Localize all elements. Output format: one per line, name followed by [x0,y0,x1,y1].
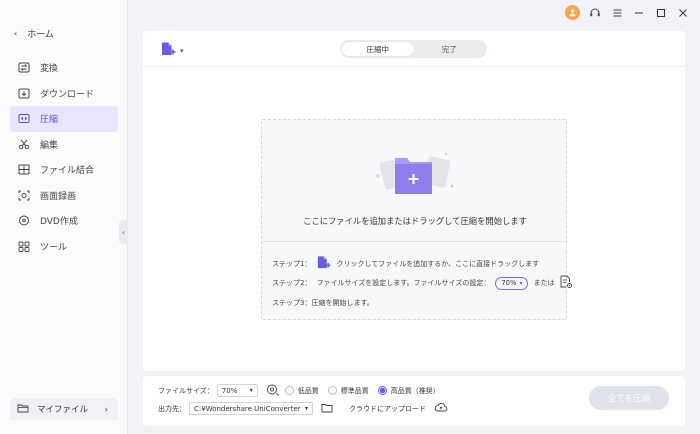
add-file-button[interactable]: ▾ [160,41,184,61]
step-2-text: ファイルサイズを設定します。ファイルサイズの設定： [316,279,491,287]
divider [262,241,568,242]
toolbox-icon [18,240,30,252]
step-3-label: ステップ3： [272,299,312,307]
menu-icon[interactable] [610,6,624,20]
divider [143,66,685,67]
minimize-icon[interactable] [632,6,646,20]
add-file-icon[interactable] [316,255,331,272]
avatar[interactable] [565,5,580,20]
sidebar-item-label: 編集 [40,140,59,151]
open-folder-icon[interactable] [321,403,333,415]
drop-zone[interactable]: ここにファイルを追加またはドラッグして圧縮を開始します ステップ1： クリックし… [261,119,573,320]
folder-icon [17,403,29,416]
radio-button-selected[interactable] [377,386,387,395]
step-2-label: ステップ2： [272,279,312,287]
dvd-icon [18,215,30,227]
output-row: 出力先： C:¥Wondershare UniConverter 1 ▾ クラウ… [158,402,448,415]
sidebar-item-label: DVD作成 [40,217,78,228]
compress-all-button[interactable]: 全てを圧縮 [589,386,669,410]
sidebar-collapse-button[interactable]: ‹ [119,220,128,244]
sidebar-item-convert[interactable]: 変換 [10,55,118,81]
close-icon[interactable] [676,6,690,20]
sidebar-item-merge[interactable]: ファイル結合 [10,157,118,183]
sidebar-item-label: ファイル結合 [40,166,95,177]
file-size-row: ファイルサイズ： 70% ▾ 低品質 標準品質 高品質（推奨） [158,383,440,398]
chevron-right-icon: › [104,404,108,414]
drop-hint-text: ここにファイルを追加またはドラッグして圧縮を開始します [303,216,527,226]
sidebar-item-label: 圧縮 [40,115,59,126]
sidebar-item-compress[interactable]: 圧縮 [10,106,118,132]
sidebar-item-tools[interactable]: ツール [10,234,118,260]
screen-record-icon [18,189,30,201]
sidebar-nav: 変換 ダウンロード 圧縮 編集 ファイル結合 画面録画 DVD作成 ツール [10,55,118,259]
cloud-upload-label: クラウドにアップロード [349,404,426,413]
status-tabs: 圧縮中 完了 [340,40,487,58]
quality-low-radio[interactable]: 低品質 [284,386,319,396]
my-file-label: マイファイル [37,405,89,415]
quality-low-label: 低品質 [297,386,319,395]
step-1: ステップ1： クリックしてファイルを追加するか、ここに直接ドラッグします [272,255,539,272]
title-bar [0,0,700,30]
radio-button[interactable] [327,386,337,395]
quality-high-label: 高品質（推奨） [390,386,440,395]
add-file-icon [160,41,176,61]
sidebar-item-download[interactable]: ダウンロード [10,81,118,107]
compress-settings-icon[interactable] [266,383,279,398]
window-controls [565,5,690,20]
chevron-down-icon: ▾ [304,405,308,412]
sidebar-item-screen-record[interactable]: 画面録画 [10,183,118,209]
file-size-percent-value: 70% [501,279,517,287]
file-size-select[interactable]: 70% ▾ [216,384,258,397]
cloud-upload-icon[interactable] [434,402,448,415]
sidebar-item-label: 画面録画 [40,191,77,202]
app-window: ‹ ホーム 変換 ダウンロード 圧縮 編集 ファイル結合 画面録画 DVD作成 … [0,0,700,434]
step-2: ステップ2： ファイルサイズを設定します。ファイルサイズの設定： 70% ▾ ま… [272,275,573,291]
chevron-left-icon: ‹ [14,29,18,38]
tab-compressing[interactable]: 圧縮中 [342,42,414,56]
compress-icon [18,113,30,125]
edit-scissors-icon [18,138,30,150]
chevron-down-icon: ▾ [519,279,523,287]
chevron-down-icon: ▾ [180,47,184,55]
sidebar-item-label: 変換 [40,64,59,75]
quality-standard-radio[interactable]: 標準品質 [327,386,369,396]
sidebar-item-label: ツール [40,242,68,253]
file-settings-icon[interactable] [559,275,573,291]
sidebar-item-dvd[interactable]: DVD作成 [10,208,118,234]
bottom-bar: ファイルサイズ： 70% ▾ 低品質 標準品質 高品質（推奨） 出力先： C:¥… [143,376,685,426]
sidebar-item-label: ダウンロード [40,89,95,100]
my-file-button[interactable]: マイファイル › [10,398,118,420]
step-1-text: クリックしてファイルを追加するか、ここに直接ドラッグします [336,259,540,268]
file-size-label: ファイルサイズ： [158,386,214,395]
quality-standard-label: 標準品質 [340,386,369,395]
output-label: 出力先： [158,404,186,413]
step-3: ステップ3： 圧縮を開始します。 [272,298,374,308]
download-icon [18,87,30,99]
sidebar: ‹ ホーム 変換 ダウンロード 圧縮 編集 ファイル結合 画面録画 DVD作成 … [0,0,128,434]
step-1-label: ステップ1： [272,259,312,268]
output-path-select[interactable]: C:¥Wondershare UniConverter 1 ▾ [189,402,313,415]
sidebar-item-edit[interactable]: 編集 [10,132,118,158]
quality-high-radio[interactable]: 高品質（推奨） [377,386,440,396]
convert-icon [18,62,30,74]
support-headset-icon[interactable] [588,6,602,20]
file-size-percent-select[interactable]: 70% ▾ [495,276,529,290]
main-panel: ▾ 圧縮中 完了 ここにファイルを追加またはドラッグして圧縮を開始します ステッ… [143,31,685,371]
radio-button[interactable] [284,386,294,395]
folder-add-illustration [368,146,462,200]
step-2-or: または [533,279,555,287]
chevron-down-icon: ▾ [249,387,253,394]
maximize-icon[interactable] [654,6,668,20]
file-size-value: 70% [221,386,238,395]
step-3-text: 圧縮を開始します。 [311,299,374,307]
chevron-left-icon: ‹ [121,227,126,237]
merge-icon [18,164,30,176]
output-path-value: C:¥Wondershare UniConverter 1 [194,404,302,413]
tab-completed[interactable]: 完了 [414,42,486,56]
